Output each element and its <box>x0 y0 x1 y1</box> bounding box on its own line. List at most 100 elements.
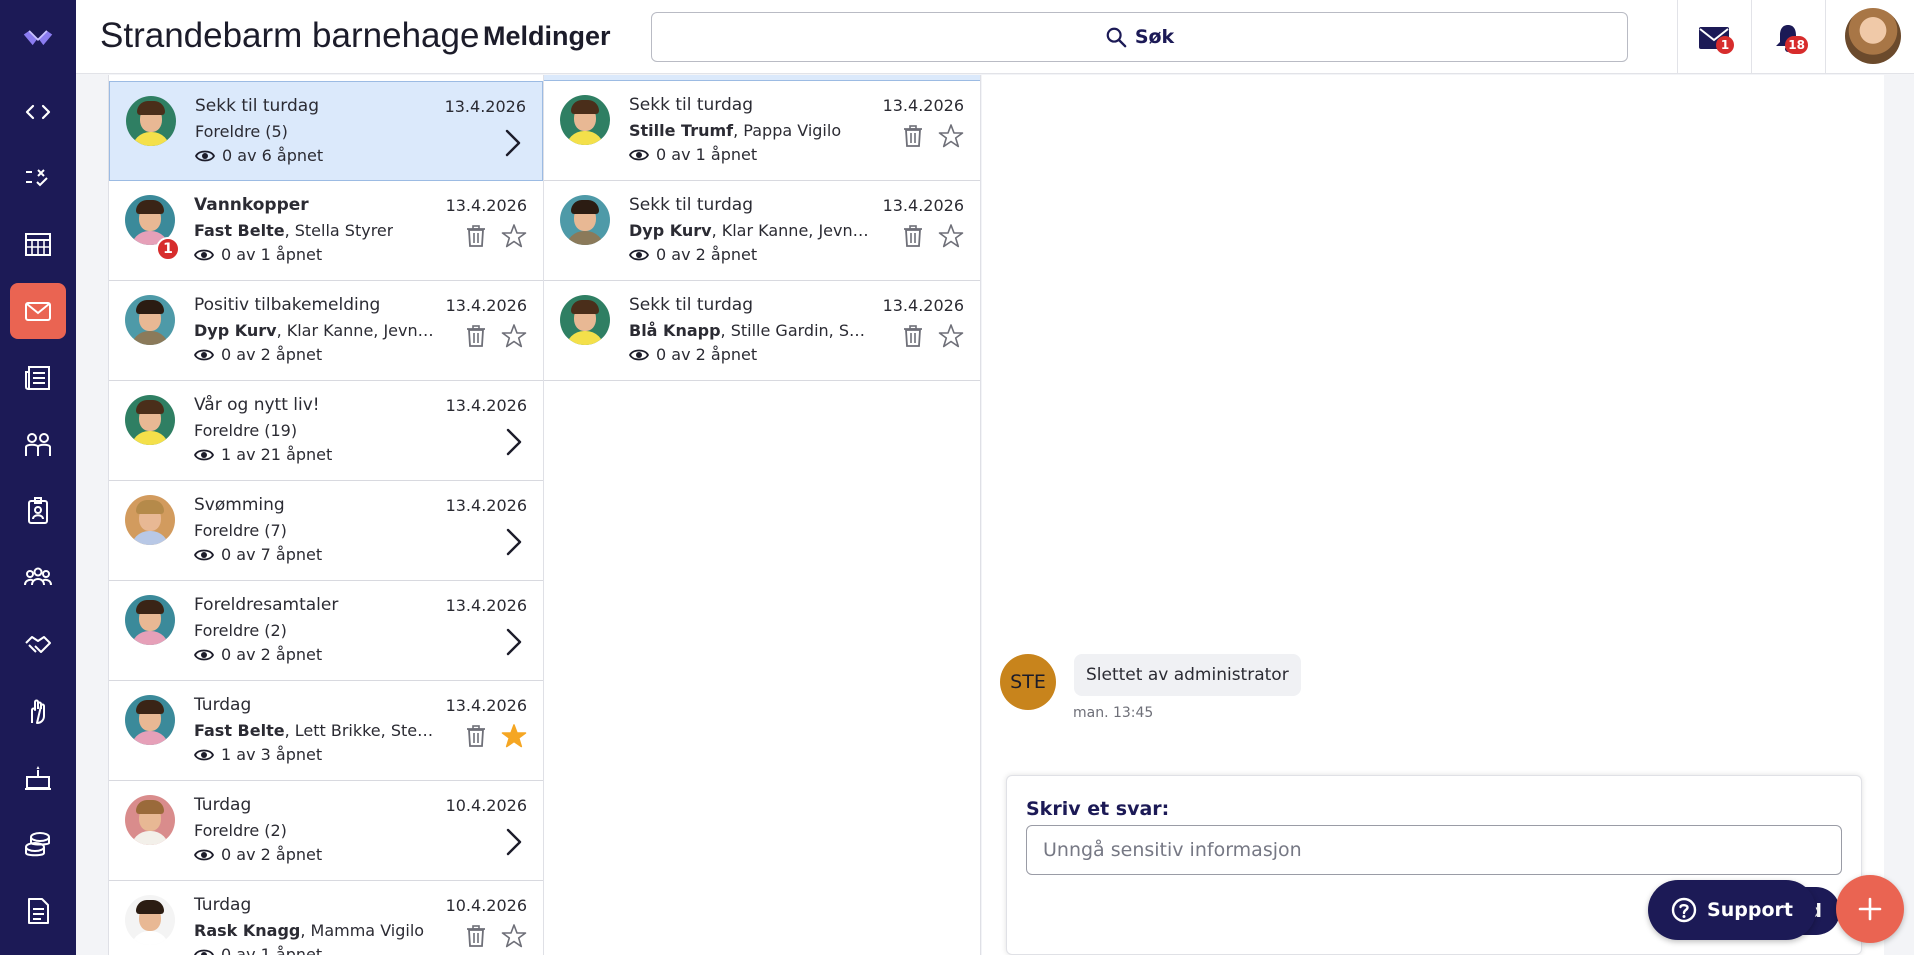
thread-title: Foreldresamtaler <box>194 595 339 615</box>
thread-row[interactable]: Svømming Foreldre (7) 0 av 7 åpnet 13.4.202… <box>109 481 543 581</box>
thread-recipients: Foreldre (2) <box>194 621 287 640</box>
thread-title: Svømming <box>194 495 285 515</box>
thread-date: 13.4.2026 <box>445 696 527 715</box>
rail-item-badge[interactable] <box>10 483 66 539</box>
code-icon <box>25 104 51 120</box>
trash-icon[interactable] <box>902 124 924 148</box>
rail-item-coins[interactable] <box>10 816 66 872</box>
groups-icon <box>25 433 51 456</box>
thread-seen-count: 0 av 2 åpnet <box>194 645 322 664</box>
thread-row[interactable]: Sekk til turdag Foreldre (5) 0 av 6 åpnet 1… <box>109 81 543 181</box>
messages-badge: 1 <box>1716 36 1734 54</box>
subthread-title: Sekk til turdag <box>629 95 753 115</box>
rail-item-messages[interactable] <box>10 283 66 339</box>
unread-badge: 1 <box>156 237 180 261</box>
top-header: Strandebarm barnehage Meldinger Søk 1 18 <box>76 0 1914 74</box>
sender-avatar: STE <box>1000 654 1056 710</box>
thread-recipients: Rask Knagg, Mamma Vigilo <box>194 921 424 940</box>
search-label: Søk <box>1134 26 1175 48</box>
thread-recipient-rest: Foreldre (5) <box>195 122 288 141</box>
trash-icon[interactable] <box>465 224 487 248</box>
thread-row[interactable]: Turdag Rask Knagg, Mamma Vigilo 0 av 1 åpn… <box>109 881 543 955</box>
user-avatar[interactable] <box>1845 8 1901 64</box>
subthread-row[interactable]: Sekk til turdag Dyp Kurv, Klar Kanne, Jev… <box>544 181 980 281</box>
reply-input[interactable] <box>1026 825 1842 875</box>
rail-item-groups[interactable] <box>10 416 66 472</box>
subthread-recipient-rest: , Pappa Vigilo <box>733 121 842 140</box>
reply-label: Skriv et svar: <box>1026 798 1170 820</box>
seen-text: 0 av 2 åpnet <box>221 345 323 364</box>
trash-icon[interactable] <box>902 224 924 248</box>
rail-item-code[interactable] <box>10 84 66 140</box>
chevron-right-icon[interactable] <box>504 128 522 158</box>
rail-item-calendar[interactable] <box>10 216 66 272</box>
rail-item-handshake[interactable] <box>10 616 66 672</box>
thread-recipient-rest: Foreldre (2) <box>194 821 287 840</box>
subthread-row[interactable]: Sekk til turdag Blå Knapp, Stille Gardin,… <box>544 281 980 381</box>
seen-text: 0 av 2 åpnet <box>221 645 323 664</box>
tasks-icon <box>26 169 48 187</box>
chevron-right-icon[interactable] <box>505 527 523 557</box>
search-input[interactable]: Søk <box>651 12 1628 62</box>
thread-title: Turdag <box>194 895 252 915</box>
trash-icon[interactable] <box>465 324 487 348</box>
star-icon[interactable] <box>501 323 527 349</box>
trash-icon[interactable] <box>902 324 924 348</box>
messages-button[interactable]: 1 <box>1690 14 1738 62</box>
chevron-right-icon[interactable] <box>505 827 523 857</box>
thread-date: 13.4.2026 <box>445 296 527 315</box>
thread-row[interactable]: Turdag Foreldre (2) 0 av 2 åpnet 10.4.2026 <box>109 781 543 881</box>
trash-icon[interactable] <box>465 724 487 748</box>
thread-date: 13.4.2026 <box>445 596 527 615</box>
thread-recipient-primary: Fast Belte <box>194 721 285 740</box>
notifications-button[interactable]: 18 <box>1764 14 1812 62</box>
thread-row[interactable]: Foreldresamtaler Foreldre (2) 0 av 2 åpnet… <box>109 581 543 681</box>
star-icon[interactable] <box>501 923 527 949</box>
thread-row[interactable]: Turdag Fast Belte, Lett Brikke, Stella S.… <box>109 681 543 781</box>
chevron-right-icon[interactable] <box>505 627 523 657</box>
thread-title: Sekk til turdag <box>195 96 319 116</box>
people-icon <box>24 567 52 586</box>
subthread-recipients: Stille Trumf, Pappa Vigilo <box>629 121 841 140</box>
thread-recipients: Dyp Kurv, Klar Kanne, Jevn Ser... <box>194 321 434 340</box>
support-button[interactable]: Support <box>1648 880 1816 940</box>
thread-seen-count: 0 av 1 åpnet <box>194 245 322 264</box>
rail-item-cake[interactable] <box>10 750 66 806</box>
star-icon[interactable] <box>501 223 527 249</box>
subthread-title: Sekk til turdag <box>629 295 753 315</box>
thread-date: 13.4.2026 <box>445 396 527 415</box>
subthread-seen-count: 0 av 2 åpnet <box>629 245 757 264</box>
thread-row[interactable]: Vår og nytt liv! Foreldre (19) 1 av 21 åpn… <box>109 381 543 481</box>
rail-item-tasks[interactable] <box>10 150 66 206</box>
subthread-row[interactable]: Sekk til turdag Stille Trumf, Pappa Vigil… <box>544 81 980 181</box>
rail-item-document[interactable] <box>10 883 66 939</box>
star-icon[interactable] <box>938 323 964 349</box>
eye-icon <box>629 249 649 260</box>
seen-text: 0 av 1 åpnet <box>221 945 323 955</box>
handshake-icon <box>25 636 51 653</box>
chevron-right-icon[interactable] <box>505 427 523 457</box>
eye-icon <box>194 749 214 760</box>
rail-item-people[interactable] <box>10 550 66 606</box>
seen-text: 1 av 3 åpnet <box>221 745 323 764</box>
thread-recipient-rest: Foreldre (2) <box>194 621 287 640</box>
rail-item-news[interactable] <box>10 350 66 406</box>
badge-icon <box>28 497 48 524</box>
avatar <box>125 895 175 945</box>
star-filled-icon[interactable] <box>501 723 527 749</box>
star-icon[interactable] <box>938 123 964 149</box>
messages-icon <box>25 302 51 321</box>
new-message-button[interactable] <box>1836 875 1904 943</box>
thread-seen-count: 0 av 7 åpnet <box>194 545 322 564</box>
thread-row[interactable]: 1 Vannkopper Fast Belte, Stella Styrer 0 av… <box>109 181 543 281</box>
subthread-recipient-primary: Dyp Kurv <box>629 221 712 240</box>
star-icon[interactable] <box>938 223 964 249</box>
app-logo-icon[interactable] <box>18 20 58 56</box>
message-bubble: Slettet av administrator <box>1074 654 1301 696</box>
rail-item-hand[interactable] <box>10 683 66 739</box>
thread-seen-count: 0 av 2 åpnet <box>194 345 322 364</box>
eye-icon <box>194 949 214 955</box>
eye-icon <box>195 150 215 161</box>
thread-row[interactable]: Positiv tilbakemelding Dyp Kurv, Klar Kan… <box>109 281 543 381</box>
trash-icon[interactable] <box>465 924 487 948</box>
